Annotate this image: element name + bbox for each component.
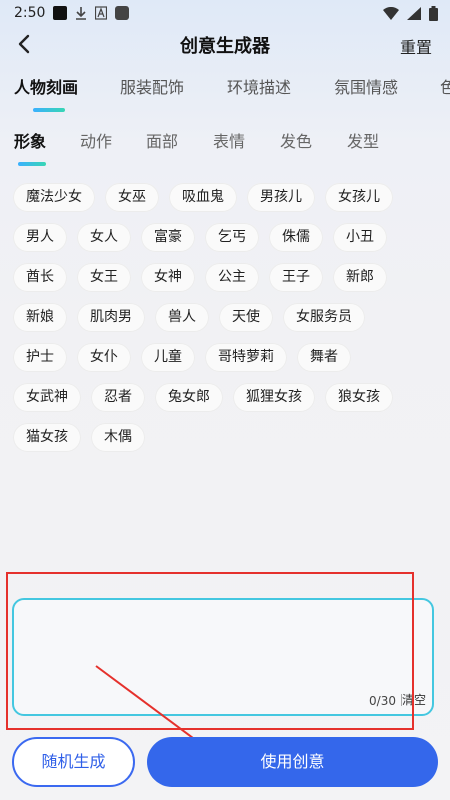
subtab-action[interactable]: 动作 bbox=[80, 128, 112, 152]
tag-chip[interactable]: 哥特萝莉 bbox=[205, 343, 287, 372]
battery-icon bbox=[429, 6, 438, 21]
status-icons-right bbox=[383, 6, 438, 21]
use-idea-button[interactable]: 使用创意 bbox=[147, 737, 438, 787]
tag-chip[interactable]: 舞者 bbox=[297, 343, 351, 372]
tag-row: 女武神 忍者 兔女郎 狐狸女孩 狼女孩 bbox=[13, 383, 393, 412]
signal-icon bbox=[407, 7, 421, 20]
tag-chip[interactable]: 魔法少女 bbox=[13, 183, 95, 212]
tag-chip[interactable]: 女武神 bbox=[13, 383, 81, 412]
highlight-frame bbox=[6, 572, 414, 730]
tag-chip[interactable]: 兔女郎 bbox=[155, 383, 223, 412]
tag-chip[interactable]: 肌肉男 bbox=[77, 303, 145, 332]
active-subtab-indicator bbox=[18, 162, 46, 166]
tag-row: 猫女孩 木偶 bbox=[13, 423, 145, 452]
tag-chip[interactable]: 兽人 bbox=[155, 303, 209, 332]
tag-chip[interactable]: 新郎 bbox=[333, 263, 387, 292]
reset-button[interactable]: 重置 bbox=[400, 34, 432, 58]
subtab-appearance[interactable]: 形象 bbox=[14, 128, 46, 152]
tag-chip[interactable]: 小丑 bbox=[333, 223, 387, 252]
tag-chip[interactable]: 女服务员 bbox=[283, 303, 365, 332]
status-time: 2:50 bbox=[14, 5, 46, 21]
tag-chip[interactable]: 护士 bbox=[13, 343, 67, 372]
tag-chip[interactable]: 新娘 bbox=[13, 303, 67, 332]
status-icons-left bbox=[53, 6, 129, 20]
tag-chip[interactable]: 酋长 bbox=[13, 263, 67, 292]
tag-chip[interactable]: 木偶 bbox=[91, 423, 145, 452]
tab-character[interactable]: 人物刻画 bbox=[14, 74, 78, 98]
tag-chip[interactable]: 女神 bbox=[141, 263, 195, 292]
status-bar: 2:50 bbox=[0, 0, 450, 28]
tag-chip[interactable]: 女巫 bbox=[105, 183, 159, 212]
notification-square-icon bbox=[53, 6, 67, 20]
tab-clothing[interactable]: 服装配饰 bbox=[120, 74, 184, 98]
tag-chip[interactable]: 狐狸女孩 bbox=[233, 383, 315, 412]
random-generate-button[interactable]: 随机生成 bbox=[12, 737, 135, 787]
tag-chip[interactable]: 富豪 bbox=[141, 223, 195, 252]
active-tab-indicator bbox=[33, 108, 65, 112]
tag-chip[interactable]: 女王 bbox=[77, 263, 131, 292]
tag-row: 新娘 肌肉男 兽人 天使 女服务员 bbox=[13, 303, 365, 332]
app-icon bbox=[115, 6, 129, 20]
font-a-icon bbox=[95, 6, 107, 20]
tag-chip[interactable]: 女仆 bbox=[77, 343, 131, 372]
page-title: 创意生成器 bbox=[180, 36, 270, 57]
tag-chip[interactable]: 狼女孩 bbox=[325, 383, 393, 412]
tag-row: 酋长 女王 女神 公主 王子 新郎 bbox=[13, 263, 387, 292]
secondary-tabs: 形象 动作 面部 表情 发色 发型 bbox=[14, 128, 450, 168]
subtab-expression[interactable]: 表情 bbox=[213, 128, 245, 152]
nav-bar: 创意生成器 重置 bbox=[0, 28, 450, 64]
download-icon bbox=[76, 7, 86, 20]
tag-chip[interactable]: 王子 bbox=[269, 263, 323, 292]
wifi-icon bbox=[383, 7, 399, 20]
subtab-hairstyle[interactable]: 发型 bbox=[347, 128, 379, 152]
tag-chip[interactable]: 儿童 bbox=[141, 343, 195, 372]
tag-chip[interactable]: 猫女孩 bbox=[13, 423, 81, 452]
tag-row: 魔法少女 女巫 吸血鬼 男孩儿 女孩儿 bbox=[13, 183, 393, 212]
tag-chip[interactable]: 天使 bbox=[219, 303, 273, 332]
primary-tabs: 人物刻画 服装配饰 环境描述 氛围情感 色 bbox=[14, 74, 450, 114]
tag-chip[interactable]: 男人 bbox=[13, 223, 67, 252]
tab-environment[interactable]: 环境描述 bbox=[227, 74, 291, 98]
tag-chip[interactable]: 吸血鬼 bbox=[169, 183, 237, 212]
tag-chip[interactable]: 男孩儿 bbox=[247, 183, 315, 212]
subtab-face[interactable]: 面部 bbox=[146, 128, 178, 152]
subtab-hair-color[interactable]: 发色 bbox=[280, 128, 312, 152]
tab-color[interactable]: 色 bbox=[440, 74, 450, 98]
tag-chip[interactable]: 女人 bbox=[77, 223, 131, 252]
tag-row: 护士 女仆 儿童 哥特萝莉 舞者 bbox=[13, 343, 351, 372]
tab-atmosphere[interactable]: 氛围情感 bbox=[334, 74, 398, 98]
tag-chip[interactable]: 公主 bbox=[205, 263, 259, 292]
tag-chip[interactable]: 女孩儿 bbox=[325, 183, 393, 212]
tag-chip[interactable]: 忍者 bbox=[91, 383, 145, 412]
tag-row: 男人 女人 富豪 乞丐 侏儒 小丑 bbox=[13, 223, 387, 252]
tag-chip[interactable]: 乞丐 bbox=[205, 223, 259, 252]
tag-chip[interactable]: 侏儒 bbox=[269, 223, 323, 252]
